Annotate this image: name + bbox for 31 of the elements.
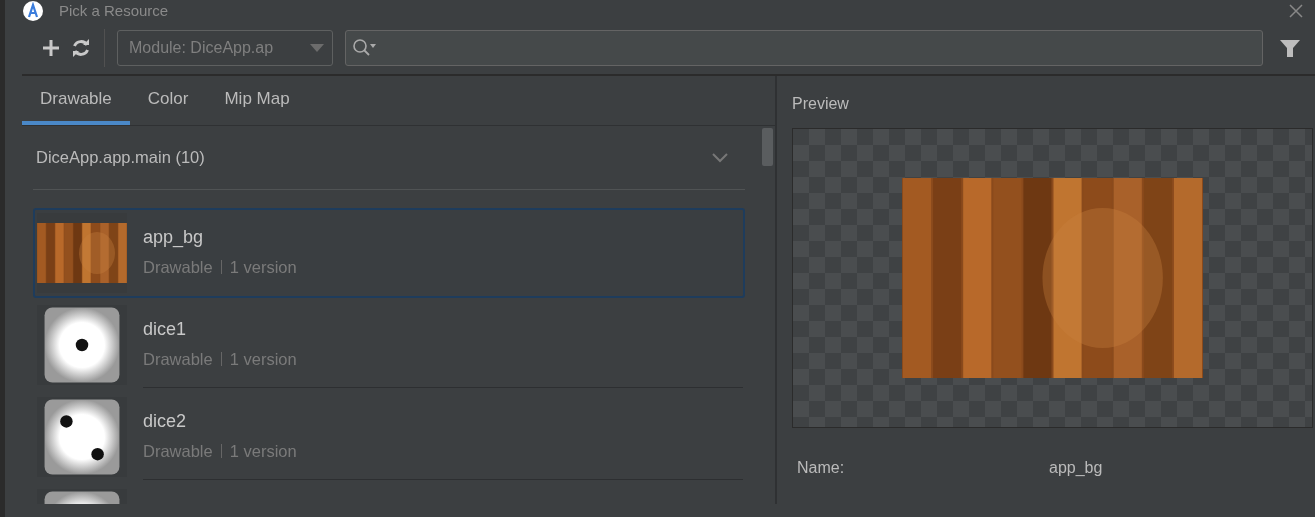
window-title: Pick a Resource [59,0,170,21]
resource-type: Drawable [143,440,213,462]
version-count: 1 version [229,256,297,278]
search-field[interactable] [345,30,1263,66]
group-header[interactable]: DiceApp.app.main (10) [33,125,745,190]
resource-type: Drawable [143,256,213,278]
detail-label: Name: [797,458,846,478]
resource-name: dice2 [143,409,188,433]
refresh-icon[interactable] [70,37,92,59]
version-count: 1 version [229,440,297,462]
tab[interactable]: Color [129,76,207,125]
add-icon[interactable] [40,37,62,59]
caret-icon [310,44,324,52]
resource-item[interactable]: dice1 Drawable 1 version [33,299,745,390]
group-title: DiceApp.app.main (10) [36,146,205,168]
filter-icon[interactable] [1279,37,1301,59]
scrollbar-thumb[interactable] [762,127,773,166]
resource-item[interactable]: app_bg Drawable 1 version [33,207,745,298]
resource-type: Drawable [143,348,213,370]
resource-name: app_bg [143,225,205,250]
detail-value: app_bg [1049,458,1103,478]
tab[interactable]: Drawable [22,76,130,125]
resource-name: dice1 [143,317,188,341]
version-count: 1 version [229,348,297,370]
close-icon[interactable] [1289,4,1303,18]
preview-title: Preview [792,94,850,114]
tab[interactable]: Mip Map [206,76,308,125]
resource-item[interactable]: dice2 Drawable 1 version [33,391,745,482]
module-label: Module: DiceApp.ap [129,38,275,58]
app-logo-icon [23,1,43,21]
search-icon[interactable] [352,38,378,58]
